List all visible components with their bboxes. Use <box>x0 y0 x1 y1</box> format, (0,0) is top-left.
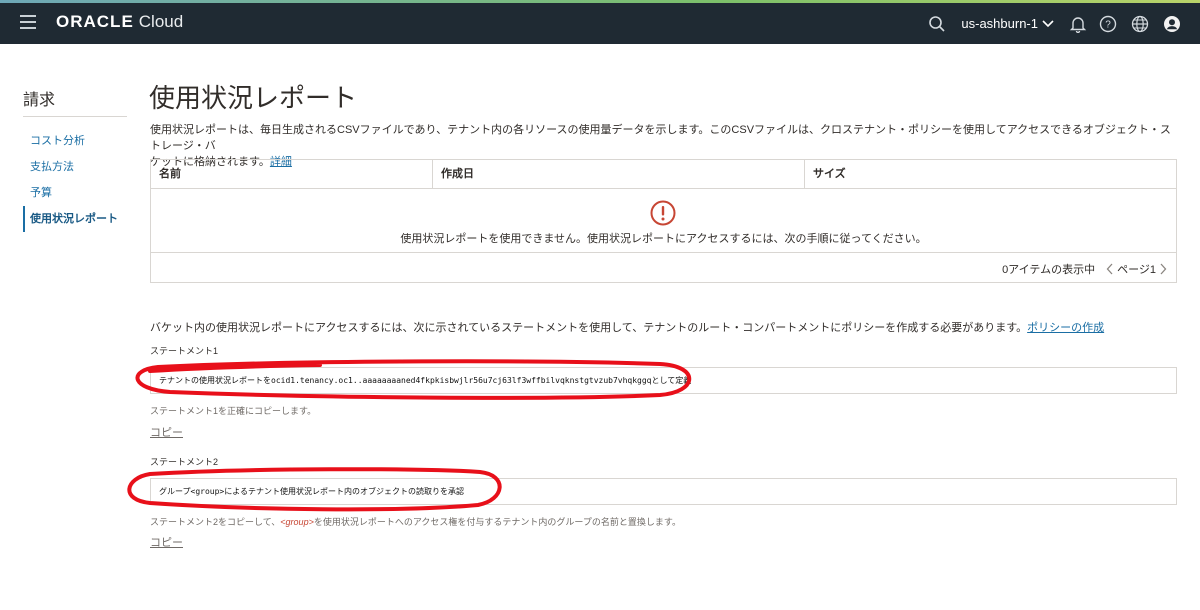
statement1-field[interactable]: テナントの使用状況レポートをocid1.tenancy.oc1..aaaaaaa… <box>150 367 1177 394</box>
pager-count: 0アイテムの表示中 <box>1002 264 1096 276</box>
region-label: us-ashburn-1 <box>961 16 1038 31</box>
policy-instructions: バケット内の使用状況レポートにアクセスするには、次に示されているステートメントを… <box>150 319 1104 335</box>
search-icon[interactable] <box>927 14 947 34</box>
policy-instructions-text: バケット内の使用状況レポートにアクセスするには、次に示されているステートメントを… <box>150 322 1028 334</box>
bell-icon[interactable] <box>1068 14 1088 34</box>
page-label: ページ1 <box>1117 264 1156 276</box>
region-selector[interactable]: us-ashburn-1 <box>961 16 1054 31</box>
statement2-help-before: ステートメント2をコピーして、 <box>150 517 281 527</box>
create-policy-link[interactable]: ポリシーの作成 <box>1027 322 1104 334</box>
sidebar-title: 請求 <box>23 92 56 109</box>
sidebar-item-usage-report[interactable]: 使用状況レポート <box>23 206 133 232</box>
menu-icon[interactable] <box>20 15 36 29</box>
oracle-cloud-logo[interactable]: ORACLE Cloud <box>56 12 183 32</box>
sidebar-item-payment-method[interactable]: 支払方法 <box>23 154 133 180</box>
usage-report-table: 名前 作成日 サイズ 使用状況レポートを使用できません。使用状況レポートにアクセ… <box>150 159 1177 283</box>
statement2-help-after: を使用状況レポートへのアクセス権を付与するテナント内のグループの名前と置換します… <box>313 517 681 527</box>
sidebar-item-budgets[interactable]: 予算 <box>23 180 133 206</box>
statement1-copy-link[interactable]: コピー <box>150 424 183 440</box>
column-header-name[interactable]: 名前 <box>151 160 433 188</box>
statement2-copy-link[interactable]: コピー <box>150 534 183 550</box>
column-header-created[interactable]: 作成日 <box>433 160 805 188</box>
logo-product: Cloud <box>138 12 184 31</box>
help-icon[interactable]: ? <box>1098 14 1118 34</box>
sidebar-item-cost-analysis[interactable]: コスト分析 <box>23 128 133 154</box>
statement1-label: ステートメント1 <box>150 346 219 356</box>
svg-text:?: ? <box>1105 19 1111 30</box>
top-actions: us-ashburn-1 ? <box>927 3 1200 44</box>
sidebar-divider <box>23 116 127 117</box>
statement2-label: ステートメント2 <box>150 457 219 467</box>
table-header: 名前 作成日 サイズ <box>151 160 1176 189</box>
page-title: 使用状況レポート <box>149 83 358 113</box>
error-icon <box>650 200 676 226</box>
logo-brand: ORACLE <box>56 12 134 31</box>
column-header-size[interactable]: サイズ <box>805 160 1176 188</box>
empty-message: 使用状況レポートを使用できません。使用状況レポートにアクセスするには、次の手順に… <box>400 233 927 245</box>
statement2-field[interactable]: グループ<group>によるテナント使用状況レポート内のオブジェクトの読取りを承… <box>150 478 1177 505</box>
pagination: 0アイテムの表示中 ページ1 <box>1002 261 1170 277</box>
chevron-left-icon[interactable] <box>1103 262 1117 276</box>
user-icon[interactable] <box>1162 14 1182 34</box>
chevron-down-icon <box>1042 19 1054 27</box>
description-text-1: 使用状況レポートは、毎日生成されるCSVファイルであり、テナント内の各リソースの… <box>150 124 1171 152</box>
table-empty-state: 使用状況レポートを使用できません。使用状況レポートにアクセスするには、次の手順に… <box>151 190 1176 253</box>
top-navigation-bar: ORACLE Cloud us-ashburn-1 ? <box>0 3 1200 44</box>
statement2-help: ステートメント2をコピーして、<group>を使用状況レポートへのアクセス権を付… <box>150 515 681 528</box>
sidebar-nav: コスト分析 支払方法 予算 使用状況レポート <box>23 128 133 232</box>
statement1-help: ステートメント1を正確にコピーします。 <box>150 406 317 416</box>
globe-icon[interactable] <box>1130 14 1150 34</box>
chevron-right-icon[interactable] <box>1156 262 1170 276</box>
group-placeholder: <group> <box>280 517 314 527</box>
